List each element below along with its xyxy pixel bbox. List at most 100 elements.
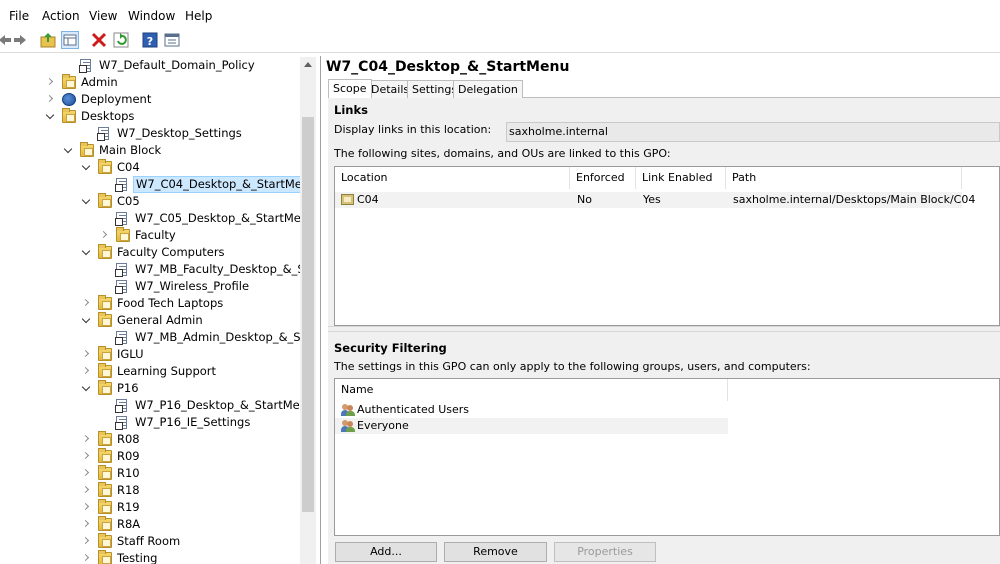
expand-chevron-icon[interactable]: [63, 142, 74, 159]
links-heading: Links: [334, 103, 368, 117]
tab-delegation[interactable]: Delegation: [453, 80, 523, 98]
links-location-select[interactable]: saxholme.internal: [506, 122, 1000, 142]
add-button[interactable]: Add...: [335, 542, 437, 562]
folder-icon: [98, 482, 112, 497]
tree-node-label: Deployment: [81, 92, 152, 106]
svg-text:?: ?: [147, 35, 153, 48]
refresh-icon[interactable]: [112, 31, 130, 49]
links-description: The following sites, domains, and OUs ar…: [334, 147, 671, 160]
collapse-chevron-icon[interactable]: [99, 227, 110, 244]
collapse-chevron-icon[interactable]: [81, 499, 92, 516]
up-folder-icon[interactable]: [39, 31, 57, 49]
collapse-chevron-icon[interactable]: [81, 448, 92, 465]
tree-node-label: R8A: [117, 517, 141, 531]
toolbar: ?: [0, 28, 1000, 53]
folder-icon: [98, 550, 112, 564]
tree-node-label: W7_C04_Desktop_&_StartMenu: [133, 176, 316, 193]
tree-node-label: R19: [117, 500, 140, 514]
gpo-link-icon: [115, 212, 127, 226]
tree-node-label: Main Block: [99, 143, 162, 157]
help-icon[interactable]: ?: [141, 31, 159, 49]
forward-arrow-icon[interactable]: [11, 31, 29, 49]
tree-node-label: R09: [117, 449, 140, 463]
col-link-enabled[interactable]: Link Enabled: [636, 167, 726, 189]
collapse-chevron-icon[interactable]: [81, 363, 92, 380]
cell-enforced: No: [577, 193, 592, 206]
show-tree-icon[interactable]: [61, 31, 79, 49]
expand-chevron-icon[interactable]: [81, 193, 92, 210]
menu-help[interactable]: Help: [185, 9, 212, 23]
folder-icon: [98, 431, 112, 446]
security-heading: Security Filtering: [334, 341, 447, 355]
expand-chevron-icon[interactable]: [81, 159, 92, 176]
properties-button[interactable]: Properties: [554, 542, 656, 562]
collapse-chevron-icon[interactable]: [45, 91, 56, 108]
section-splitter[interactable]: [328, 326, 1000, 332]
security-description: The settings in this GPO can only apply …: [334, 360, 811, 373]
expand-chevron-icon[interactable]: [81, 244, 92, 261]
col-enforced[interactable]: Enforced: [570, 167, 636, 189]
tree-node-label: W7_P16_IE_Settings: [135, 415, 251, 429]
table-row[interactable]: C04 No Yes saxholme.internal/Desktops/Ma…: [335, 192, 975, 208]
collapse-chevron-icon[interactable]: [81, 482, 92, 499]
remove-button[interactable]: Remove: [444, 542, 547, 562]
properties-icon[interactable]: [163, 31, 181, 49]
folder-icon: [62, 74, 76, 89]
tree-node-label: R18: [117, 483, 140, 497]
tree-scrollbar[interactable]: [300, 57, 316, 564]
tree-node-label: W7_MB_Admin_Desktop_&_StartI: [135, 330, 316, 344]
gpo-link-icon: [97, 127, 109, 141]
collapse-chevron-icon[interactable]: [81, 295, 92, 312]
list-item[interactable]: Authenticated Users: [335, 402, 728, 418]
col-path[interactable]: Path: [726, 167, 962, 189]
scroll-up-icon[interactable]: [304, 62, 312, 67]
users-group-icon: [341, 420, 355, 432]
users-group-icon: [341, 404, 355, 416]
tree-node-label: W7_Wireless_Profile: [135, 279, 250, 293]
menu-bar: File Action View Window Help: [0, 6, 1000, 28]
collapse-chevron-icon[interactable]: [81, 465, 92, 482]
col-name[interactable]: Name: [335, 379, 728, 401]
expand-chevron-icon[interactable]: [81, 380, 92, 397]
collapse-chevron-icon[interactable]: [81, 431, 92, 448]
collapse-chevron-icon[interactable]: [45, 74, 56, 91]
collapse-chevron-icon[interactable]: [81, 533, 92, 550]
menu-window[interactable]: Window: [128, 9, 175, 23]
folder-icon: [80, 142, 94, 157]
tree-node-label: Admin: [81, 75, 118, 89]
folder-icon: [98, 193, 112, 208]
gpo-link-icon: [115, 263, 127, 277]
menu-file[interactable]: File: [9, 9, 29, 23]
expand-chevron-icon[interactable]: [45, 108, 56, 125]
folder-icon: [98, 363, 112, 378]
security-entry: Everyone: [357, 419, 409, 432]
folder-icon: [98, 499, 112, 514]
expand-chevron-icon[interactable]: [81, 312, 92, 329]
collapse-chevron-icon[interactable]: [81, 346, 92, 363]
folder-icon: [98, 312, 112, 327]
menu-view[interactable]: View: [89, 9, 117, 23]
scroll-thumb[interactable]: [302, 117, 314, 512]
console-tree: W7_Default_Domain_Policy Admin Deployment D…: [0, 56, 316, 564]
folder-icon: [98, 346, 112, 361]
collapse-chevron-icon[interactable]: [81, 550, 92, 564]
tree-node-label: C05: [117, 194, 140, 208]
tree-node-label: W7_Desktop_Settings: [117, 126, 242, 140]
col-location[interactable]: Location: [335, 167, 570, 189]
pane-divider[interactable]: [320, 56, 321, 564]
collapse-chevron-icon[interactable]: [81, 516, 92, 533]
tree-node-label: Faculty: [135, 228, 176, 242]
tab-scope[interactable]: Scope: [328, 79, 372, 98]
links-list: Location Enforced Link Enabled Path C04 …: [334, 166, 1000, 326]
tree-node-label: C04: [117, 160, 140, 174]
menu-action[interactable]: Action: [42, 9, 80, 23]
delete-icon[interactable]: [90, 31, 108, 49]
list-item[interactable]: Everyone: [335, 418, 728, 434]
ou-icon: [341, 194, 354, 205]
folder-icon: [98, 295, 112, 310]
